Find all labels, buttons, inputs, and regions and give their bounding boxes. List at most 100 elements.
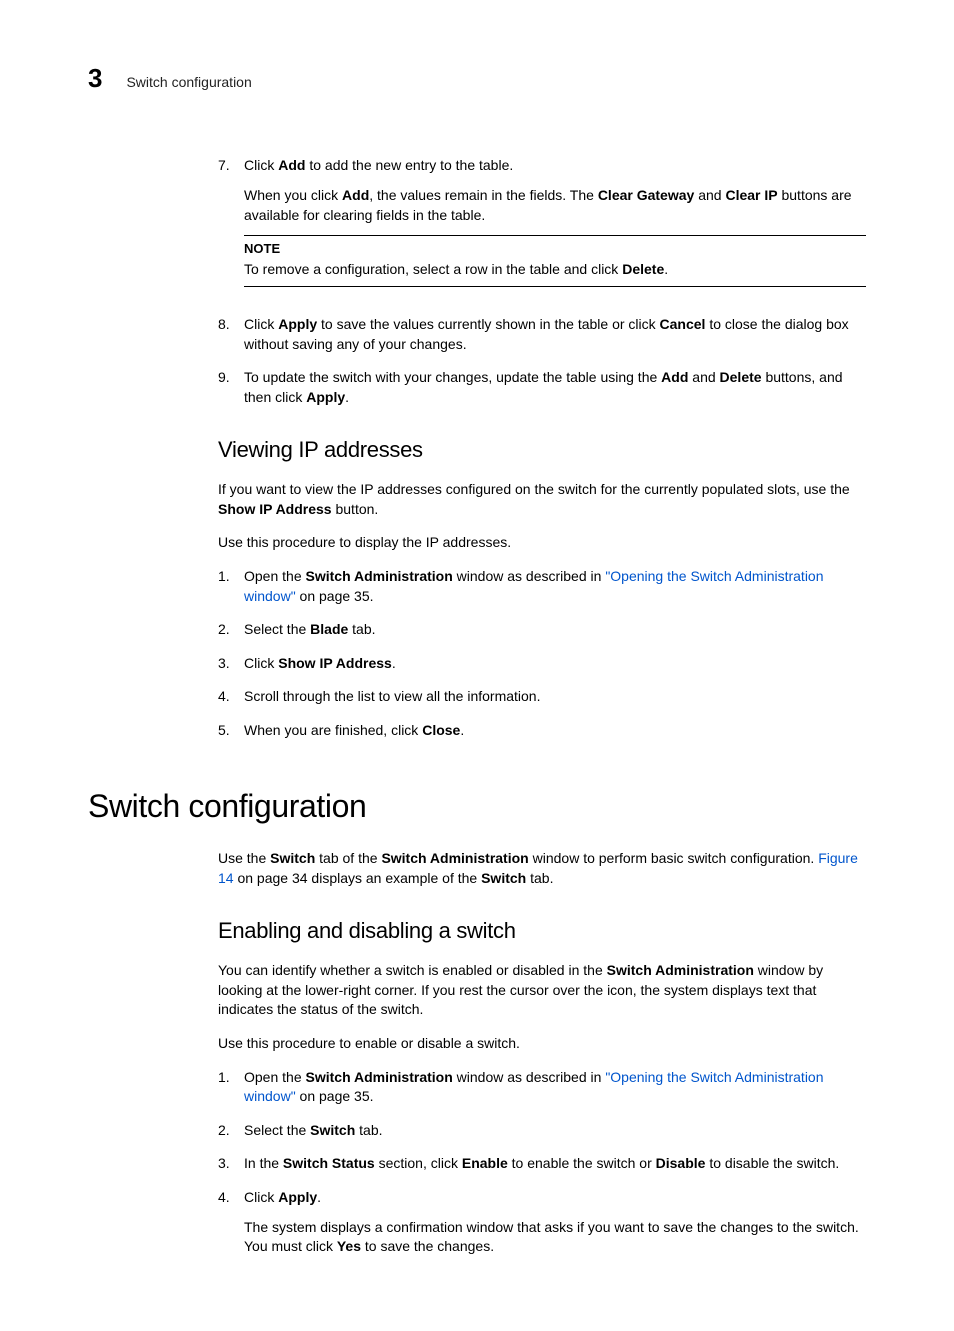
list-marker: 4. bbox=[218, 687, 244, 707]
text: window as described in bbox=[453, 568, 606, 584]
text: Select the bbox=[244, 1122, 310, 1138]
text: To update the switch with your changes, … bbox=[244, 369, 661, 385]
bold-text: Switch Administration bbox=[306, 1069, 453, 1085]
text: to save the changes. bbox=[361, 1238, 494, 1254]
enabling-para2: Use this procedure to enable or disable … bbox=[218, 1034, 866, 1054]
list-item: 1. Open the Switch Administration window… bbox=[218, 1068, 866, 1107]
bold-text: Clear Gateway bbox=[598, 187, 695, 203]
bold-text: Switch Administration bbox=[607, 962, 754, 978]
text: . bbox=[460, 722, 464, 738]
list-marker: 1. bbox=[218, 567, 244, 606]
bold-text: Add bbox=[342, 187, 369, 203]
text: tab. bbox=[355, 1122, 382, 1138]
bold-text: Delete bbox=[622, 261, 664, 277]
list-body: Select the Switch tab. bbox=[244, 1121, 866, 1141]
list-marker: 5. bbox=[218, 721, 244, 741]
list-body: Open the Switch Administration window as… bbox=[244, 1068, 866, 1107]
text: and bbox=[688, 369, 719, 385]
text: Click bbox=[244, 655, 278, 671]
list-body: Click Apply. The system displays a confi… bbox=[244, 1188, 866, 1257]
text: section, click bbox=[375, 1155, 462, 1171]
bold-text: Delete bbox=[720, 369, 762, 385]
text: . bbox=[317, 1189, 321, 1205]
list-item: 4. Click Apply. The system displays a co… bbox=[218, 1188, 866, 1257]
text: Open the bbox=[244, 568, 306, 584]
step7-line1: Click Add to add the new entry to the ta… bbox=[244, 156, 866, 176]
list-item: 7. Click Add to add the new entry to the… bbox=[218, 156, 866, 301]
note-body: To remove a configuration, select a row … bbox=[244, 260, 866, 280]
list-body: When you are finished, click Close. bbox=[244, 721, 866, 741]
text: In the bbox=[244, 1155, 283, 1171]
bold-text: Switch Status bbox=[283, 1155, 375, 1171]
step4-line1: Click Apply. bbox=[244, 1188, 866, 1208]
main-content: 7. Click Add to add the new entry to the… bbox=[218, 156, 866, 740]
note-label: NOTE bbox=[244, 240, 866, 258]
list-marker: 3. bbox=[218, 1154, 244, 1174]
bold-text: Switch bbox=[481, 870, 526, 886]
list-marker: 4. bbox=[218, 1188, 244, 1257]
list-body: To update the switch with your changes, … bbox=[244, 368, 866, 407]
list-body: Click Add to add the new entry to the ta… bbox=[244, 156, 866, 301]
heading-enabling-disabling: Enabling and disabling a switch bbox=[218, 916, 866, 947]
list-marker: 3. bbox=[218, 654, 244, 674]
bold-text: Apply bbox=[278, 1189, 317, 1205]
text: tab. bbox=[526, 870, 553, 886]
section-content: Use the Switch tab of the Switch Adminis… bbox=[218, 849, 866, 1257]
text: to save the values currently shown in th… bbox=[317, 316, 659, 332]
text: tab of the bbox=[315, 850, 381, 866]
list-item: 4. Scroll through the list to view all t… bbox=[218, 687, 866, 707]
text: button. bbox=[332, 501, 379, 517]
list-marker: 8. bbox=[218, 315, 244, 354]
running-title: Switch configuration bbox=[126, 73, 251, 93]
bold-text: Switch bbox=[270, 850, 315, 866]
list-marker: 7. bbox=[218, 156, 244, 301]
text: When you click bbox=[244, 187, 342, 203]
text: When you are finished, click bbox=[244, 722, 422, 738]
page: 3 Switch configuration 7. Click Add to a… bbox=[0, 0, 954, 1331]
heading-viewing-ip: Viewing IP addresses bbox=[218, 435, 866, 466]
text: Open the bbox=[244, 1069, 306, 1085]
list-body: In the Switch Status section, click Enab… bbox=[244, 1154, 866, 1174]
text: Click bbox=[244, 316, 278, 332]
bold-text: Disable bbox=[656, 1155, 706, 1171]
bold-text: Enable bbox=[462, 1155, 508, 1171]
text: to add the new entry to the table. bbox=[305, 157, 513, 173]
text: tab. bbox=[348, 621, 375, 637]
list-marker: 2. bbox=[218, 620, 244, 640]
list-item: 5. When you are finished, click Close. bbox=[218, 721, 866, 741]
text: . bbox=[664, 261, 668, 277]
text: If you want to view the IP addresses con… bbox=[218, 481, 850, 497]
bold-text: Yes bbox=[337, 1238, 361, 1254]
text: on page 35. bbox=[296, 588, 374, 604]
text: window as described in bbox=[453, 1069, 606, 1085]
switchconf-para1: Use the Switch tab of the Switch Adminis… bbox=[218, 849, 866, 888]
list-item: 1. Open the Switch Administration window… bbox=[218, 567, 866, 606]
bold-text: Apply bbox=[278, 316, 317, 332]
list-item: 9. To update the switch with your change… bbox=[218, 368, 866, 407]
text: Click bbox=[244, 157, 278, 173]
text: and bbox=[694, 187, 725, 203]
list-marker: 1. bbox=[218, 1068, 244, 1107]
text: . bbox=[392, 655, 396, 671]
list-body: Scroll through the list to view all the … bbox=[244, 687, 866, 707]
bold-text: Switch Administration bbox=[306, 568, 453, 584]
text: You can identify whether a switch is ena… bbox=[218, 962, 607, 978]
text: . bbox=[345, 389, 349, 405]
text: Click bbox=[244, 1189, 278, 1205]
list-item: 3. Click Show IP Address. bbox=[218, 654, 866, 674]
viewing-para1: If you want to view the IP addresses con… bbox=[218, 480, 866, 519]
bold-text: Cancel bbox=[660, 316, 706, 332]
bold-text: Add bbox=[278, 157, 305, 173]
list-body: Click Apply to save the values currently… bbox=[244, 315, 866, 354]
heading-switch-configuration: Switch configuration bbox=[88, 784, 866, 829]
list-body: Select the Blade tab. bbox=[244, 620, 866, 640]
text: on page 34 displays an example of the bbox=[234, 870, 482, 886]
text: to disable the switch. bbox=[705, 1155, 839, 1171]
list-item: 2. Select the Switch tab. bbox=[218, 1121, 866, 1141]
bold-text: Switch Administration bbox=[381, 850, 528, 866]
list-marker: 2. bbox=[218, 1121, 244, 1141]
bold-text: Apply bbox=[306, 389, 345, 405]
list-body: Open the Switch Administration window as… bbox=[244, 567, 866, 606]
note-box: NOTE To remove a configuration, select a… bbox=[244, 235, 866, 287]
bold-text: Add bbox=[661, 369, 688, 385]
